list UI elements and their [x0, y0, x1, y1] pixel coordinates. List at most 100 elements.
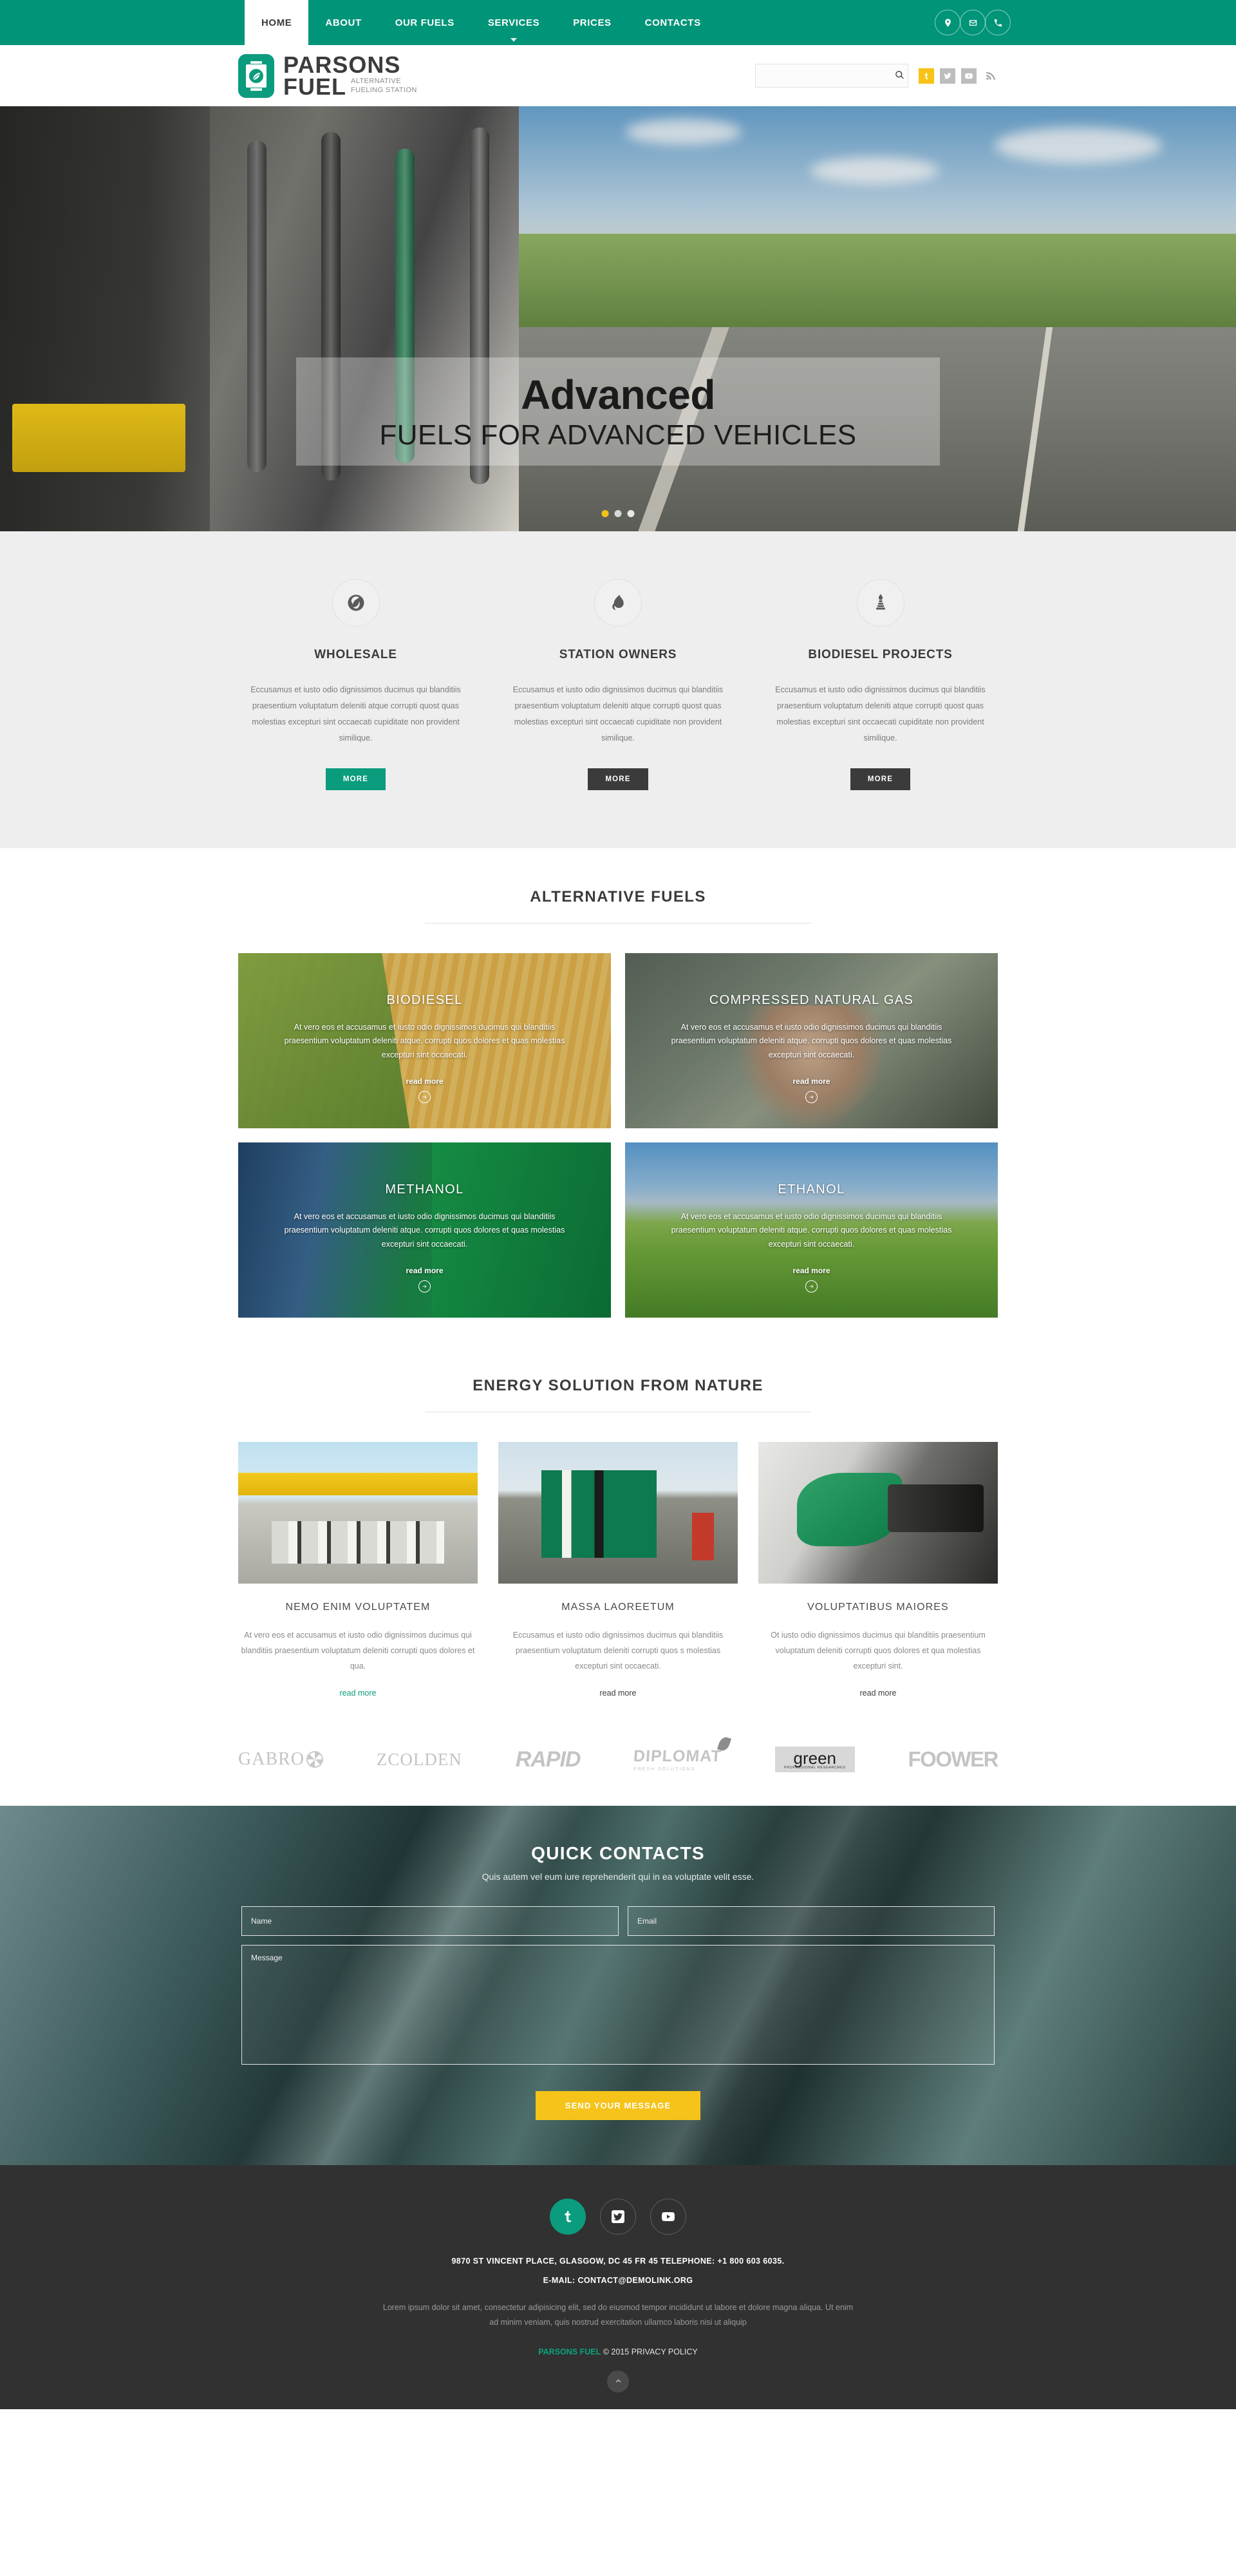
nav-item-about[interactable]: ABOUT	[308, 0, 378, 45]
pinwheel-icon	[306, 1751, 324, 1768]
service-more-button[interactable]: MORE	[588, 768, 648, 790]
site-logo[interactable]: PARSONS FUEL ALTERNATIVE FUELING STATION	[238, 53, 417, 98]
brand-logo-green[interactable]: green PROFESSIONAL RESEARCHES	[774, 1746, 855, 1773]
service-card-biodiesel-projects: BIODIESEL PROJECTS Eccusamus et iusto od…	[763, 579, 998, 790]
chevron-up-icon[interactable]	[607, 2370, 629, 2392]
search-input[interactable]	[755, 64, 908, 88]
energy-card-read-more[interactable]: read more	[238, 1689, 478, 1698]
footer-brand-name[interactable]: PARSONS FUEL	[538, 2347, 601, 2356]
brand-logo-rapid[interactable]: RAPID	[516, 1747, 581, 1772]
leaf-icon	[717, 1736, 732, 1752]
service-description: Eccusamus et iusto odio dignissimos duci…	[775, 685, 986, 743]
nav-label: HOME	[261, 17, 292, 28]
fuel-card-read-more[interactable]: read more	[662, 1266, 960, 1275]
nav-item-our-fuels[interactable]: OUR FUELS	[379, 0, 471, 45]
service-more-button[interactable]: MORE	[325, 768, 386, 790]
energy-card-title: MASSA LAOREETUM	[561, 1601, 675, 1613]
hero-dot-1[interactable]	[601, 510, 609, 517]
nav-label: PRICES	[573, 17, 612, 28]
nav-label: ABOUT	[325, 17, 362, 28]
nav-item-prices[interactable]: PRICES	[556, 0, 628, 45]
phone-icon[interactable]	[985, 10, 1011, 35]
fuel-card-biodiesel[interactable]: BIODIESEL At vero eos et accusamus et iu…	[238, 952, 611, 1128]
energy-card-read-more[interactable]: read more	[498, 1689, 738, 1698]
service-more-button[interactable]: MORE	[850, 768, 911, 790]
hero-dot-3[interactable]	[627, 510, 635, 517]
quick-contacts-subtitle: Quis autem vel eum iure reprehenderit qu…	[482, 1871, 754, 1882]
header-tools	[755, 64, 998, 88]
logo-tagline-line-1: ALTERNATIVE	[351, 77, 401, 85]
privacy-policy-link[interactable]: PRIVACY POLICY	[632, 2347, 698, 2356]
hero-dot-2[interactable]	[614, 510, 622, 517]
section-title: ENERGY SOLUTION FROM NATURE	[473, 1376, 763, 1394]
main-menu: HOME ABOUT OUR FUELS SERVICES PRICES CON…	[245, 0, 718, 45]
service-card-wholesale: WHOLESALE Eccusamus et iusto odio dignis…	[238, 579, 473, 790]
section-title: ALTERNATIVE FUELS	[530, 887, 706, 905]
hero-caption: Advanced FUELS FOR ADVANCED VEHICLES	[296, 357, 940, 466]
envelope-icon[interactable]	[960, 10, 986, 35]
hero-slider: Advanced FUELS FOR ADVANCED VEHICLES	[0, 106, 1236, 531]
service-card-station-owners: STATION OWNERS Eccusamus et iusto odio d…	[501, 579, 736, 790]
brand-logo-gabro[interactable]: GABRO	[238, 1749, 324, 1770]
message-textarea[interactable]	[241, 1945, 995, 2065]
youtube-icon[interactable]	[961, 68, 977, 84]
green-fuel-pumps-photo[interactable]	[498, 1441, 738, 1584]
energy-grid: NEMO ENIM VOLUPTATEM At vero eos et accu…	[238, 1412, 998, 1698]
logo-wordmark: PARSONS FUEL ALTERNATIVE FUELING STATION	[283, 53, 417, 98]
energy-card-1: NEMO ENIM VOLUPTATEM At vero eos et accu…	[238, 1441, 478, 1698]
header-social-links	[919, 68, 998, 84]
nav-item-home[interactable]: HOME	[245, 0, 309, 45]
name-input[interactable]	[241, 1906, 619, 1937]
search-icon	[895, 70, 904, 79]
footer-copyright: PARSONS FUEL © 2015 PRIVACY POLICY	[0, 2347, 1236, 2356]
twitter-icon[interactable]	[940, 68, 955, 84]
tumblr-icon[interactable]	[550, 2199, 586, 2235]
globe-leaf-icon	[332, 579, 380, 627]
quick-contacts-section: QUICK CONTACTS Quis autem vel eum iure r…	[0, 1806, 1236, 2166]
section-heading: ALTERNATIVE FUELS	[0, 848, 1236, 923]
rss-icon[interactable]	[982, 68, 998, 84]
email-input[interactable]	[628, 1906, 995, 1937]
fuel-card-read-more[interactable]: read more	[276, 1077, 574, 1086]
page-root: HOME ABOUT OUR FUELS SERVICES PRICES CON…	[0, 0, 1236, 2409]
top-navigation-bar: HOME ABOUT OUR FUELS SERVICES PRICES CON…	[0, 0, 1236, 45]
youtube-icon[interactable]	[650, 2199, 686, 2235]
footer-email[interactable]: E-MAIL: CONTACT@DEMOLINK.ORG	[0, 2276, 1236, 2285]
search-button[interactable]	[895, 70, 904, 82]
nav-item-contacts[interactable]: CONTACTS	[628, 0, 718, 45]
brand-logo-zcolden[interactable]: ZCOLDEN	[377, 1750, 462, 1770]
brand-logo-diplomat[interactable]: DIPLOMAT FRESH SOLUTIONS	[633, 1736, 732, 1772]
alternative-fuels-section: ALTERNATIVE FUELS BIODIESEL At vero eos …	[0, 848, 1236, 1337]
fuel-card-read-more[interactable]: read more	[662, 1077, 960, 1086]
site-header: PARSONS FUEL ALTERNATIVE FUELING STATION	[0, 45, 1236, 106]
fuel-card-ethanol[interactable]: ETHANOL At vero eos et accusamus et iust…	[625, 1142, 998, 1318]
footer-description: Lorem ipsum dolor sit amet, consectetur …	[382, 2303, 854, 2327]
hero-subheadline: FUELS FOR ADVANCED VEHICLES	[379, 419, 857, 451]
service-description: Eccusamus et iusto odio dignissimos duci…	[250, 685, 461, 743]
send-message-button[interactable]: SEND YOUR MESSAGE	[535, 2091, 701, 2121]
search-box	[755, 64, 908, 88]
fuel-station-canopy-photo[interactable]	[238, 1441, 478, 1584]
twitter-icon[interactable]	[600, 2199, 636, 2235]
contact-form: SEND YOUR MESSAGE	[241, 1906, 995, 2121]
fuel-card-title: BIODIESEL	[386, 992, 463, 1007]
brand-logo-foower[interactable]: FOOWER	[908, 1747, 999, 1772]
brand-sublabel: PROFESSIONAL RESEARCHES	[783, 1766, 846, 1770]
brand-label: RAPID	[515, 1747, 581, 1772]
energy-card-text: At vero eos et accusamus et iusto odio d…	[241, 1630, 475, 1671]
fuel-card-text: At vero eos et accusamus et iusto odio d…	[284, 1211, 565, 1249]
service-description: Eccusamus et iusto odio dignissimos duci…	[512, 685, 724, 743]
energy-card-read-more[interactable]: read more	[758, 1689, 998, 1698]
fuel-card-read-more[interactable]: read more	[276, 1266, 574, 1275]
tumblr-icon[interactable]	[919, 68, 934, 84]
fuel-card-text: At vero eos et accusamus et iusto odio d…	[671, 1211, 952, 1249]
services-section: WHOLESALE Eccusamus et iusto odio dignis…	[0, 531, 1236, 848]
footer-address: 9870 ST VINCENT PLACE, GLASGOW, DC 45 FR…	[451, 2257, 785, 2266]
green-nozzle-photo[interactable]	[758, 1441, 998, 1584]
flame-drop-icon	[594, 579, 642, 627]
fuel-card-methanol[interactable]: METHANOL At vero eos et accusamus et ius…	[238, 1142, 611, 1318]
energy-card-2: MASSA LAOREETUM Eccusamus et iusto odio …	[498, 1441, 738, 1698]
nav-item-services[interactable]: SERVICES	[471, 0, 556, 45]
location-pin-icon[interactable]	[935, 10, 960, 35]
fuel-card-compressed-natural-gas[interactable]: COMPRESSED NATURAL GAS At vero eos et ac…	[625, 952, 998, 1128]
